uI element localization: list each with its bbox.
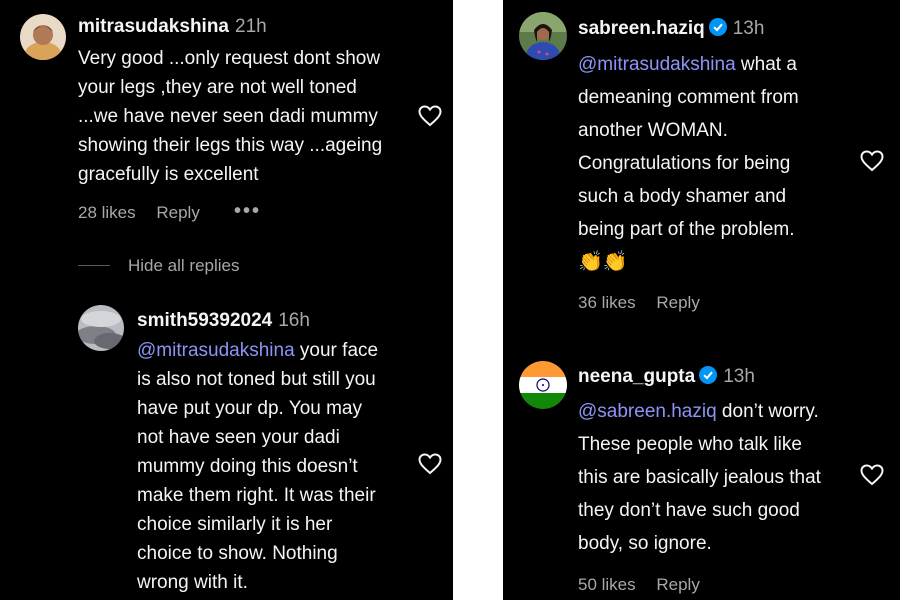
comment-line: being part of the problem. <box>578 219 795 240</box>
avatar-mitrasudakshina[interactable] <box>20 14 66 60</box>
comment-text: Very good ...only request dont show your… <box>78 44 382 189</box>
comment-line: Congratulations for being <box>578 153 791 174</box>
avatar-smith59392024[interactable] <box>78 305 124 351</box>
likes-count[interactable]: 50 likes <box>578 575 636 594</box>
username-text[interactable]: smith59392024 <box>137 310 272 331</box>
comment-text: @mitrasudakshina what a demeaning commen… <box>578 48 799 279</box>
mention-link[interactable]: @mitrasudakshina <box>137 340 295 361</box>
clapping-hands-icon: 👏👏 <box>578 251 628 273</box>
username-text[interactable]: neena_gupta <box>578 366 695 387</box>
comment-line: this are basically jealous that <box>578 467 821 488</box>
comment-line: they don’t have such good <box>578 500 800 521</box>
comment-actions: 50 likes Reply <box>578 575 700 595</box>
comment-line-rest: what a <box>735 54 797 75</box>
comment-line: demeaning comment from <box>578 87 799 108</box>
comment-text: @mitrasudakshina your face is also not t… <box>137 336 378 597</box>
comment-line: not have seen your dadi <box>137 427 340 448</box>
reply-button[interactable]: Reply <box>156 203 199 222</box>
comment-time: 16h <box>278 310 310 331</box>
reply-button[interactable]: Reply <box>656 575 699 594</box>
comment-line: have put your dp. You may <box>137 398 362 419</box>
like-heart-icon[interactable] <box>418 453 442 475</box>
like-heart-icon[interactable] <box>418 105 442 127</box>
comment-line: another WOMAN. <box>578 120 728 141</box>
comment-username[interactable]: neena_gupta 13h <box>578 366 755 388</box>
comment-line: @mitrasudakshina your face <box>137 336 378 365</box>
likes-count[interactable]: 28 likes <box>78 203 136 222</box>
comment-actions: 36 likes Reply <box>578 293 700 313</box>
comment-username[interactable]: sabreen.haziq 13h <box>578 18 764 40</box>
comment-username[interactable]: mitrasudakshina 21h <box>78 16 267 38</box>
more-options-icon[interactable]: ••• <box>234 200 261 223</box>
comment-text: @sabreen.haziq don’t worry. These people… <box>578 395 821 560</box>
mention-link[interactable]: @mitrasudakshina <box>578 54 736 75</box>
username-text[interactable]: sabreen.haziq <box>578 18 705 39</box>
comment-line: @sabreen.haziq don’t worry. <box>578 395 821 428</box>
comment-line: ...we have never seen dadi mummy <box>78 106 378 127</box>
comment-actions: 28 likes Reply <box>78 203 200 223</box>
reply-button[interactable]: Reply <box>656 293 699 312</box>
left-comments-panel: mitrasudakshina 21h Very good ...only req… <box>0 0 453 600</box>
comment-username[interactable]: smith59392024 16h <box>137 310 310 332</box>
comment-line-rest: your face <box>294 340 379 361</box>
hide-replies-button[interactable]: Hide all replies <box>128 256 240 276</box>
username-text[interactable]: mitrasudakshina <box>78 16 229 37</box>
comment-line: choice similarly it is her <box>137 514 333 535</box>
comment-line: your legs ,they are not well toned <box>78 77 357 98</box>
mention-link[interactable]: @sabreen.haziq <box>578 401 717 422</box>
verified-badge-icon <box>699 366 718 384</box>
like-heart-icon[interactable] <box>860 464 884 486</box>
comment-line: choice to show. Nothing <box>137 543 338 564</box>
comment-time: 13h <box>732 18 765 39</box>
comment-line: showing their legs this way ...ageing <box>78 135 383 156</box>
comment-line: such a body shamer and <box>578 186 787 207</box>
comment-time: 21h <box>235 16 267 37</box>
comment-line: These people who talk like <box>578 434 802 455</box>
replies-divider <box>78 265 110 266</box>
comment-line: @mitrasudakshina what a <box>578 48 799 81</box>
comment-line: is also not toned but still you <box>137 369 376 390</box>
comment-line: Very good ...only request dont show <box>78 48 381 69</box>
avatar-sabreen-haziq[interactable] <box>519 12 567 60</box>
comment-line: make them right. It was their <box>137 485 376 506</box>
verified-badge-icon <box>708 18 727 36</box>
comment-line: gracefully is excellent <box>78 164 259 185</box>
comment-line-rest: don’t worry. <box>716 401 819 422</box>
comment-line: mummy doing this doesn’t <box>137 456 358 477</box>
right-comments-panel: sabreen.haziq 13h @mitrasudakshina what a… <box>503 0 900 600</box>
comment-line: body, so ignore. <box>578 533 712 554</box>
india-flag-avatar[interactable] <box>519 361 567 409</box>
comment-time: 13h <box>723 366 755 387</box>
comment-line: wrong with it. <box>137 572 248 593</box>
like-heart-icon[interactable] <box>860 150 884 172</box>
likes-count[interactable]: 36 likes <box>578 293 636 312</box>
